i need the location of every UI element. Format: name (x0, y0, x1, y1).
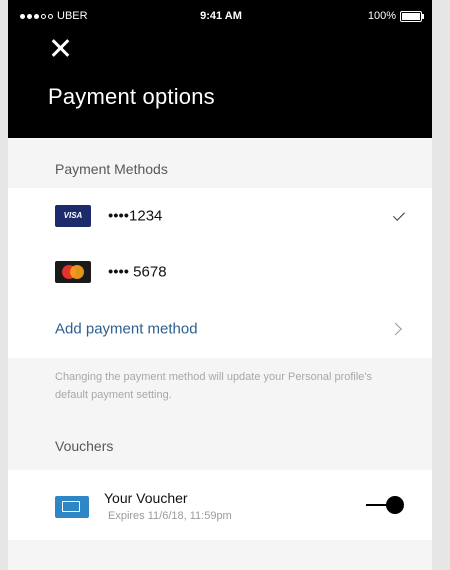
payment-methods-header: Payment Methods (55, 161, 168, 177)
vouchers-header: Vouchers (55, 438, 114, 454)
payment-note: Changing the payment method will update … (55, 371, 373, 401)
payment-method-mastercard[interactable]: •••• 5678 (8, 244, 432, 300)
chevron-right-icon (389, 322, 402, 336)
payment-methods-list: VISA ••••1234 •••• 5678 Add payment meth… (8, 188, 432, 358)
payment-method-visa[interactable]: VISA ••••1234 (8, 188, 432, 244)
phone-screen: UBER 9:41 AM 100% Payment options Paymen… (8, 0, 432, 570)
page-title: Payment options (48, 84, 215, 109)
vouchers-list: Your Voucher Expires 11/6/18, 11:59pm (8, 470, 432, 540)
status-bar: UBER 9:41 AM 100% (20, 10, 424, 26)
card-number: ••••1234 (108, 207, 163, 225)
checkmark-icon (392, 208, 406, 221)
carrier-label: UBER (57, 10, 88, 22)
card-number: •••• 5678 (108, 263, 167, 281)
close-icon[interactable] (48, 36, 74, 62)
add-payment-method-label: Add payment method (55, 320, 198, 338)
header-bar: UBER 9:41 AM 100% Payment options (8, 0, 432, 138)
toggle-knob (386, 496, 404, 514)
voucher-toggle[interactable] (366, 496, 404, 514)
voucher-expiry: Expires 11/6/18, 11:59pm (108, 510, 232, 522)
mastercard-icon (55, 261, 91, 283)
voucher-title: Your Voucher (104, 490, 188, 506)
battery-icon (400, 10, 424, 22)
status-time: 9:41 AM (200, 10, 242, 22)
add-payment-method-button[interactable]: Add payment method (8, 300, 432, 358)
voucher-item[interactable]: Your Voucher Expires 11/6/18, 11:59pm (8, 470, 432, 540)
voucher-ticket-icon (55, 496, 89, 518)
battery-percent: 100% (367, 10, 396, 22)
signal-icon (20, 13, 53, 19)
visa-card-icon: VISA (55, 205, 91, 227)
